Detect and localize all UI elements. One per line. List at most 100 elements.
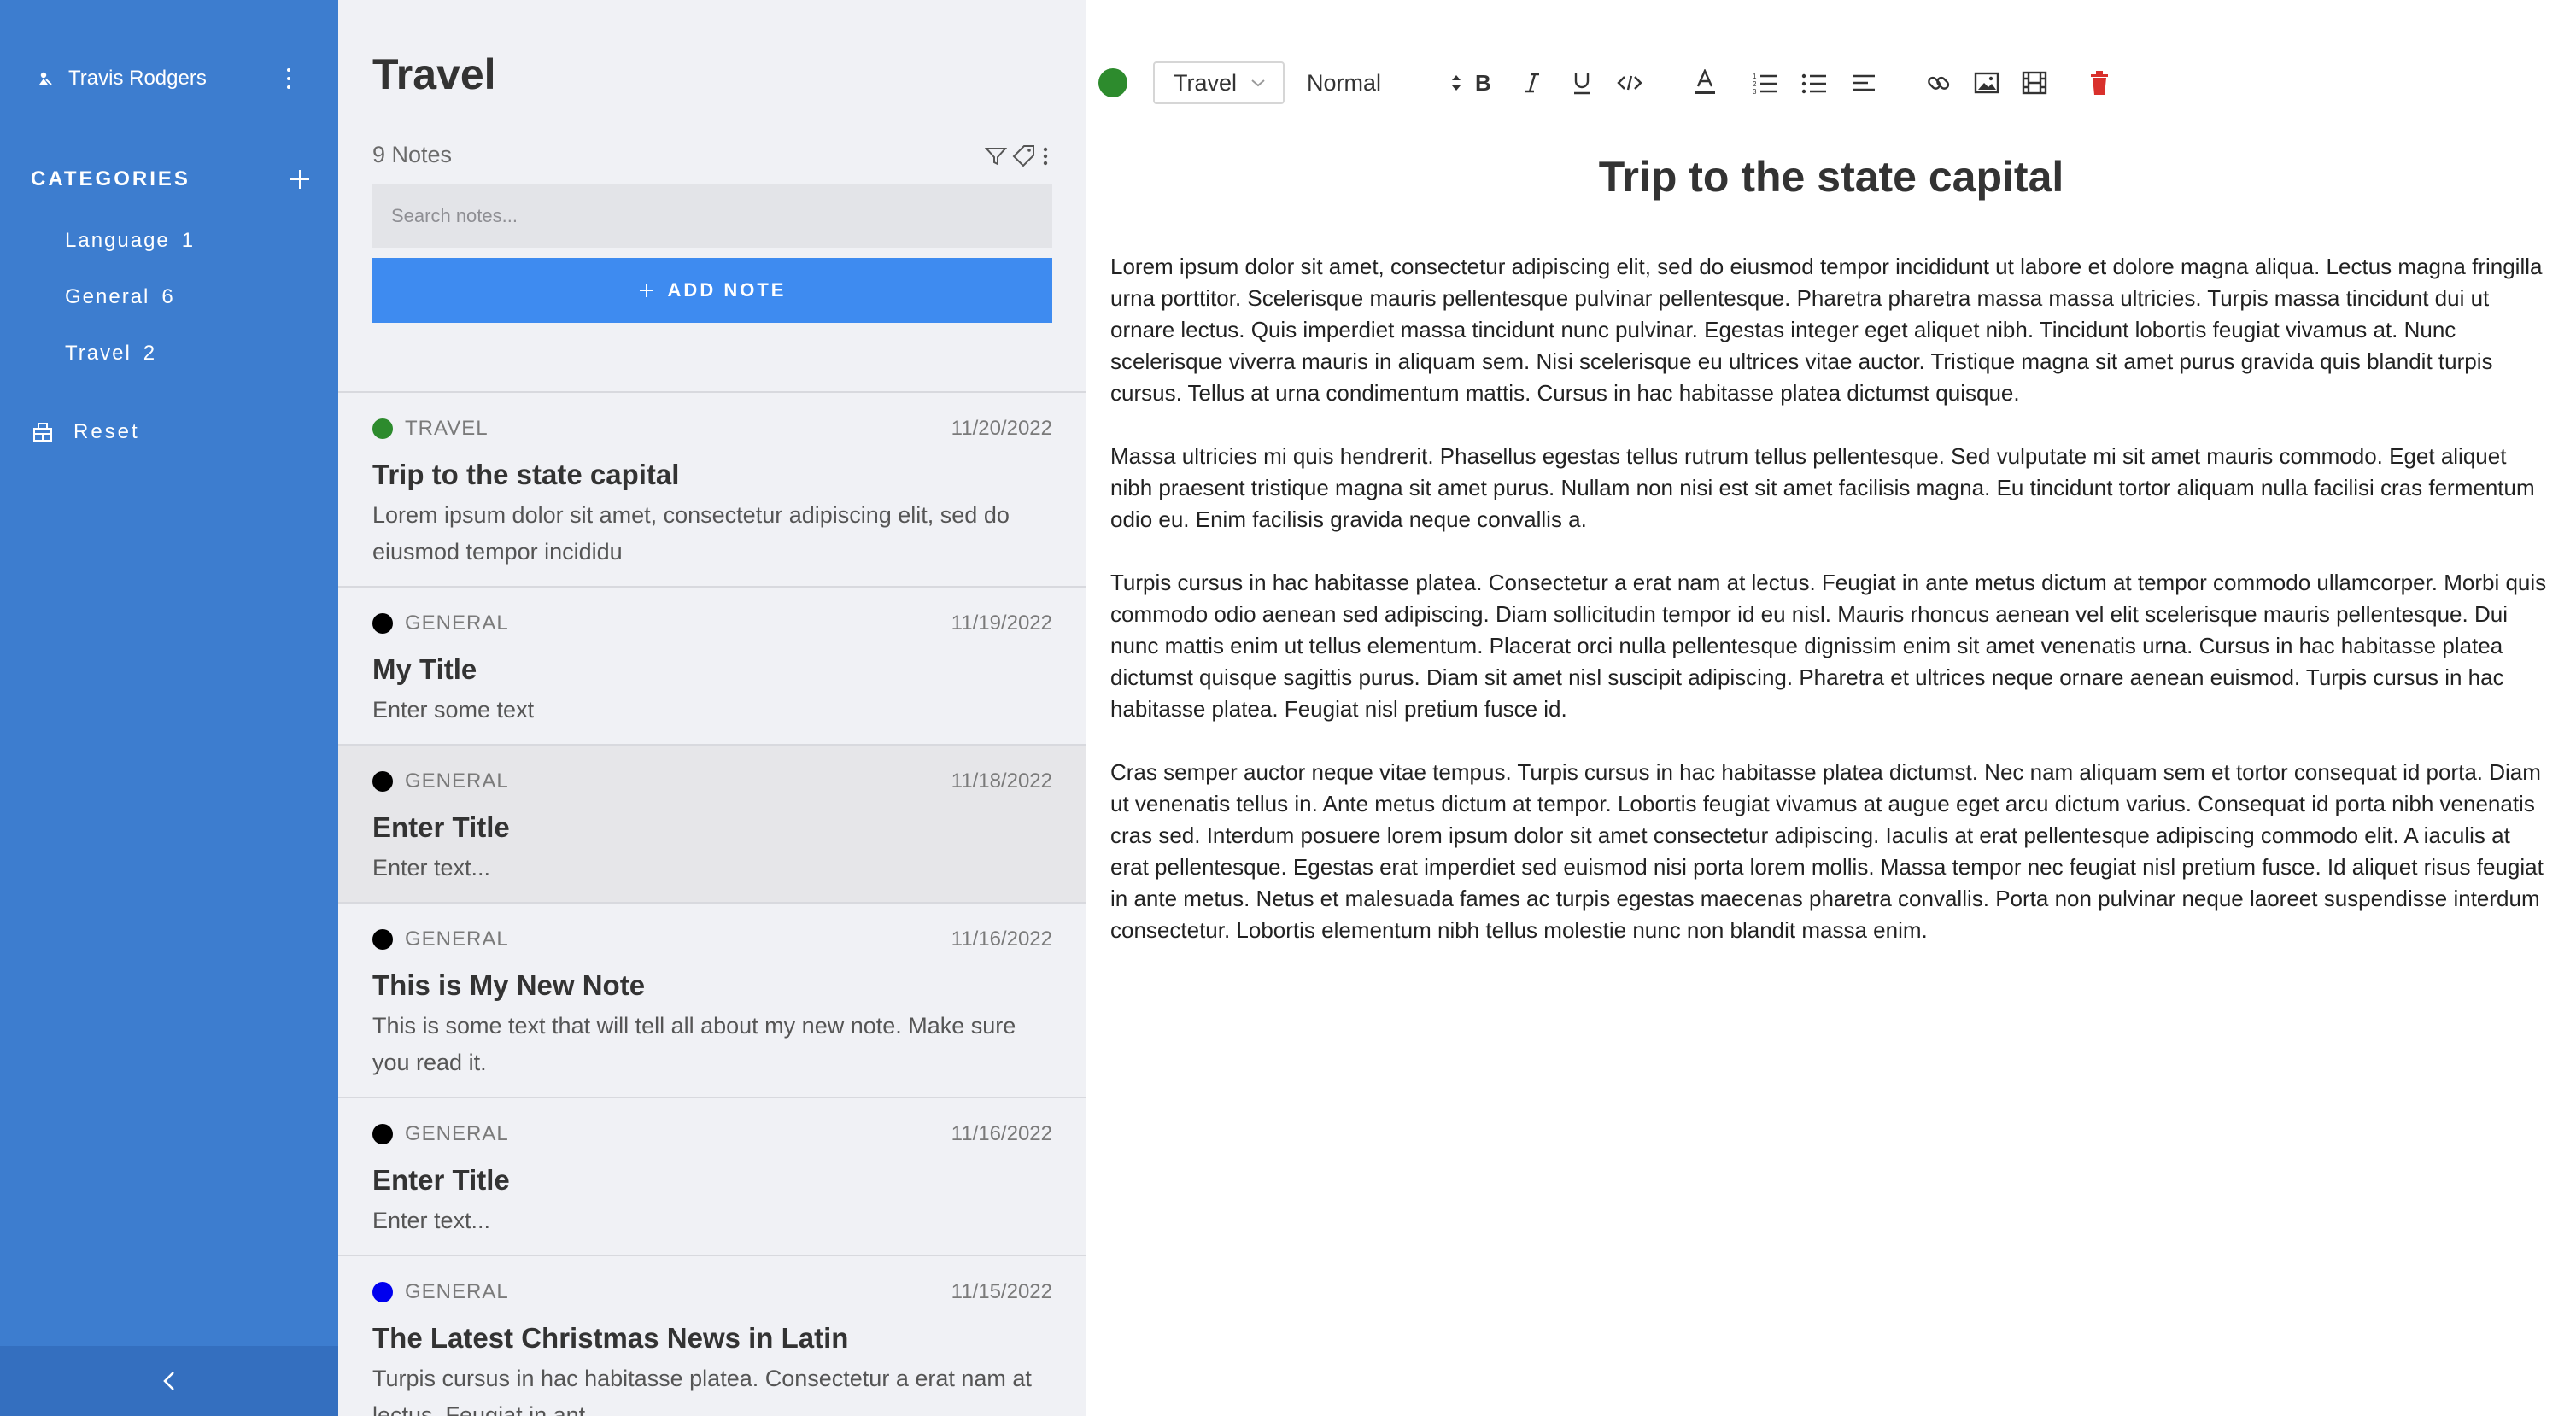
note-excerpt: Enter some text	[372, 697, 535, 723]
color-dot-icon	[1098, 68, 1127, 97]
note-title: Enter Title	[372, 1164, 510, 1196]
category-label: Language	[65, 229, 170, 252]
add-note-label: ADD NOTE	[667, 279, 787, 301]
format-select-value: Normal	[1307, 69, 1382, 96]
notes-count: 9 Notes	[372, 142, 453, 167]
note-date: 11/19/2022	[951, 611, 1052, 635]
note-category: GENERAL	[405, 1122, 509, 1145]
editor-toolbar: Travel Normal B 1 2 3	[1098, 61, 2550, 104]
svg-text:2: 2	[1753, 80, 1757, 88]
category-label: Travel	[65, 342, 132, 365]
note-title: Trip to the state capital	[372, 459, 680, 490]
search-input[interactable]	[372, 184, 1052, 248]
bold-button[interactable]: B	[1466, 61, 1500, 104]
category-color-dot	[372, 1124, 393, 1144]
note-item[interactable]: TRAVEL 11/20/2022 Trip to the state capi…	[338, 393, 1086, 588]
video-icon	[2022, 71, 2047, 95]
video-button[interactable]	[2017, 61, 2052, 104]
document-paragraph: Cras semper auctor neque vitae tempus. T…	[1110, 759, 2544, 943]
underline-icon	[1574, 73, 1590, 95]
align-button[interactable]	[1847, 61, 1881, 104]
note-excerpt: This is some text that will tell all abo…	[372, 1013, 1016, 1075]
image-button[interactable]	[1970, 61, 2004, 104]
category-select[interactable]: Travel	[1153, 61, 1285, 104]
reset-button[interactable]: Reset	[31, 415, 140, 449]
editor: Travel Normal B 1 2 3 Trip to the state …	[1086, 0, 2576, 1416]
collapse-sidebar-button[interactable]	[0, 1346, 338, 1416]
link-button[interactable]	[1922, 61, 1956, 104]
category-count: 6	[161, 285, 173, 308]
delete-button[interactable]	[2082, 61, 2116, 104]
ordered-list-button[interactable]: 1 2 3	[1748, 61, 1782, 104]
category-color-dot	[372, 771, 393, 792]
document-body[interactable]: Lorem ipsum dolor sit amet, consectetur …	[1110, 251, 2554, 978]
category-color-dot	[372, 418, 393, 439]
note-item[interactable]: GENERAL 11/16/2022 Enter Title Enter tex…	[338, 1098, 1086, 1256]
italic-button[interactable]	[1515, 61, 1549, 104]
category-item-general[interactable]: General 6	[65, 285, 193, 342]
category-color-picker[interactable]	[1098, 61, 1127, 104]
note-item[interactable]: GENERAL 11/19/2022 My Title Enter some t…	[338, 588, 1086, 746]
note-excerpt: Lorem ipsum dolor sit amet, consectetur …	[372, 502, 1010, 565]
note-meta: GENERAL 11/18/2022	[372, 766, 1052, 797]
category-color-dot	[372, 1282, 393, 1302]
link-icon	[1928, 76, 1950, 90]
italic-icon	[1525, 73, 1539, 93]
document-title[interactable]: Trip to the state capital	[1121, 152, 2542, 202]
more-options-icon[interactable]	[1041, 144, 1050, 168]
note-item[interactable]: GENERAL 11/16/2022 This is My New Note T…	[338, 904, 1086, 1098]
add-note-button[interactable]: ADD NOTE	[372, 258, 1052, 323]
code-icon	[1617, 75, 1642, 91]
note-category: TRAVEL	[405, 417, 489, 440]
align-left-icon	[1853, 74, 1875, 91]
up-down-arrows-icon	[1452, 75, 1461, 91]
category-list: Language 1 General 6 Travel 2	[65, 229, 193, 398]
category-label: General	[65, 285, 150, 308]
text-color-button[interactable]	[1688, 61, 1722, 104]
note-meta: GENERAL 11/15/2022	[372, 1277, 1052, 1308]
category-item-travel[interactable]: Travel 2	[65, 342, 193, 398]
note-list: TRAVEL 11/20/2022 Trip to the state capi…	[338, 391, 1086, 1416]
svg-text:1: 1	[1753, 73, 1757, 80]
trash-icon	[2091, 71, 2108, 95]
note-title: Enter Title	[372, 811, 510, 843]
user-info[interactable]: Travis Rodgers	[38, 61, 207, 96]
bold-icon: B	[1475, 71, 1491, 95]
note-meta: TRAVEL 11/20/2022	[372, 413, 1052, 444]
note-title: The Latest Christmas News in Latin	[372, 1322, 849, 1354]
note-title: This is My New Note	[372, 969, 646, 1001]
category-count: 1	[181, 229, 194, 252]
category-color-dot	[372, 613, 393, 634]
category-item-language[interactable]: Language 1	[65, 229, 193, 285]
chevron-down-icon	[1251, 79, 1265, 87]
note-date: 11/16/2022	[951, 927, 1052, 951]
user-menu-icon[interactable]	[284, 61, 294, 96]
bullet-list-button[interactable]	[1797, 61, 1831, 104]
note-excerpt: Enter text...	[372, 855, 491, 881]
note-meta: GENERAL 11/16/2022	[372, 1119, 1052, 1150]
add-category-icon[interactable]	[290, 170, 309, 189]
user-icon	[39, 72, 52, 85]
note-meta: GENERAL 11/16/2022	[372, 924, 1052, 955]
document-paragraph: Massa ultricies mi quis hendrerit. Phase…	[1110, 443, 2535, 532]
note-category: GENERAL	[405, 611, 509, 635]
underline-button[interactable]	[1565, 61, 1599, 104]
notes-panel-title: Travel	[372, 50, 496, 98]
format-select[interactable]: Normal	[1300, 61, 1462, 104]
note-item[interactable]: GENERAL 11/15/2022 The Latest Christmas …	[338, 1256, 1086, 1416]
note-item[interactable]: GENERAL 11/18/2022 Enter Title Enter tex…	[338, 746, 1086, 904]
tag-icon[interactable]	[1012, 144, 1036, 168]
svg-text:3: 3	[1753, 88, 1757, 95]
app: Travis Rodgers CATEGORIES Language 1 Gen…	[0, 0, 2576, 1416]
filter-icon[interactable]	[985, 145, 1007, 167]
user-name: Travis Rodgers	[68, 67, 207, 90]
note-excerpt: Enter text...	[372, 1208, 491, 1233]
note-title: My Title	[372, 653, 477, 685]
bullet-list-icon	[1801, 73, 1826, 94]
code-button[interactable]	[1613, 61, 1647, 104]
category-count: 2	[143, 342, 155, 365]
image-icon	[1974, 72, 1999, 94]
note-date: 11/20/2022	[951, 417, 1052, 440]
text-color-icon	[1695, 69, 1715, 94]
plus-icon	[639, 284, 653, 297]
